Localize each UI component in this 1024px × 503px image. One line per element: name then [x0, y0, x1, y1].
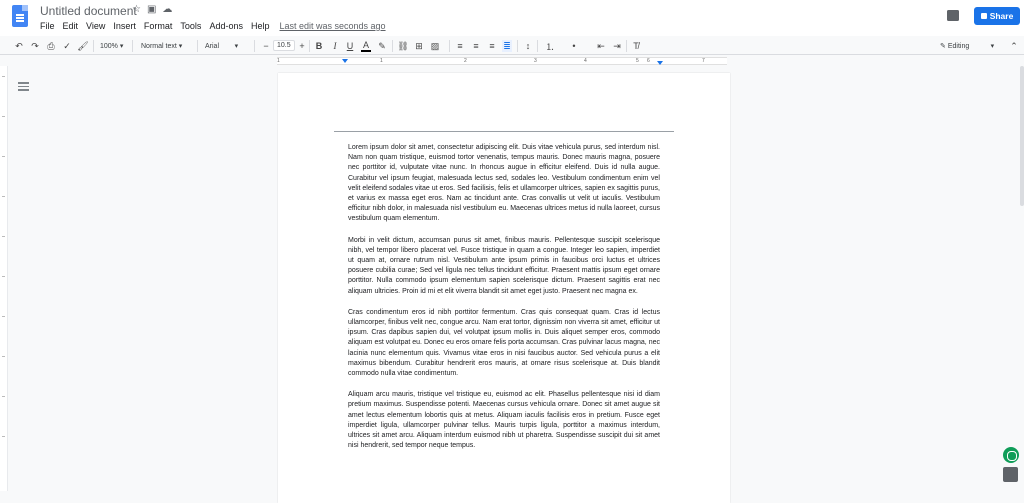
- menu-help[interactable]: Help: [251, 21, 270, 31]
- insert-image-icon[interactable]: ▨: [430, 40, 440, 52]
- comments-icon[interactable]: [947, 10, 959, 21]
- line-spacing-icon[interactable]: ↕: [523, 40, 533, 52]
- decrease-font-size-icon[interactable]: −: [261, 40, 271, 52]
- pencil-icon: ✎: [940, 43, 946, 50]
- menu-bar: File Edit View Insert Format Tools Add-o…: [40, 21, 394, 31]
- paragraph[interactable]: Cras condimentum eros id nibh porttitor …: [348, 308, 660, 379]
- style-select[interactable]: Normal text ▾: [141, 40, 182, 52]
- docs-logo-icon[interactable]: [12, 5, 28, 27]
- explore-icon[interactable]: [1003, 467, 1018, 482]
- menu-view[interactable]: View: [86, 21, 105, 31]
- paragraph[interactable]: Lorem ipsum dolor sit amet, consectetur …: [348, 143, 660, 225]
- share-button[interactable]: Share: [974, 7, 1020, 25]
- align-left-icon[interactable]: ≡: [455, 40, 465, 52]
- cloud-status-icon[interactable]: ☁: [162, 4, 172, 15]
- decrease-indent-icon[interactable]: ⇤: [596, 40, 606, 52]
- align-center-icon[interactable]: ≡: [471, 40, 481, 52]
- italic-icon[interactable]: I: [330, 40, 340, 52]
- document-outline-icon[interactable]: [18, 82, 29, 93]
- header-divider: [334, 131, 674, 132]
- right-indent-marker[interactable]: [657, 61, 663, 65]
- menu-insert[interactable]: Insert: [113, 21, 136, 31]
- horizontal-ruler[interactable]: 1 1 2 3 4 5 6 7: [277, 57, 727, 65]
- justify-icon[interactable]: ≣: [502, 40, 512, 52]
- menu-addons[interactable]: Add-ons: [209, 21, 243, 31]
- link-icon[interactable]: ⛓: [397, 40, 408, 52]
- move-folder-icon[interactable]: ▣: [147, 4, 156, 15]
- zoom-select[interactable]: 100% ▾: [100, 40, 123, 52]
- add-comment-icon[interactable]: ⊞: [414, 40, 424, 52]
- highlight-icon[interactable]: ✎: [377, 40, 387, 52]
- last-edit-link[interactable]: Last edit was seconds ago: [279, 21, 385, 31]
- underline-icon[interactable]: U: [345, 40, 355, 52]
- collapse-menus-icon[interactable]: ⌃: [1009, 40, 1019, 52]
- print-icon[interactable]: ⎙: [46, 40, 56, 52]
- paragraph[interactable]: Morbi in velit dictum, accumsan purus si…: [348, 236, 660, 297]
- share-label: Share: [989, 11, 1014, 21]
- text-color-icon[interactable]: A: [361, 40, 371, 52]
- document-body[interactable]: Lorem ipsum dolor sit amet, consectetur …: [348, 143, 660, 462]
- numbered-list-icon[interactable]: ⒈: [545, 40, 555, 52]
- menu-format[interactable]: Format: [144, 21, 173, 31]
- document-page[interactable]: Lorem ipsum dolor sit amet, consectetur …: [278, 73, 730, 503]
- menu-tools[interactable]: Tools: [180, 21, 201, 31]
- left-indent-marker[interactable]: [342, 59, 348, 63]
- editing-mode-select[interactable]: ✎ Editing ▾: [940, 40, 994, 52]
- spellcheck-icon[interactable]: ✓: [62, 40, 72, 52]
- bulleted-list-icon[interactable]: •: [569, 40, 579, 52]
- increase-font-size-icon[interactable]: +: [297, 40, 307, 52]
- font-size-input[interactable]: 10.5: [273, 40, 295, 51]
- clear-formatting-icon[interactable]: T̸: [631, 40, 641, 52]
- paragraph[interactable]: Aliquam arcu mauris, tristique vel trist…: [348, 390, 660, 451]
- grammarly-icon[interactable]: [1003, 447, 1019, 463]
- menu-edit[interactable]: Edit: [63, 21, 79, 31]
- paint-format-icon[interactable]: 🖌: [77, 40, 88, 52]
- font-select[interactable]: Arial ▾: [205, 40, 238, 52]
- increase-indent-icon[interactable]: ⇥: [612, 40, 622, 52]
- scrollbar[interactable]: [1020, 66, 1024, 206]
- undo-icon[interactable]: ↶: [14, 40, 24, 52]
- title-bar: Untitled document ☆ ▣ ☁ File Edit View I…: [0, 0, 1024, 36]
- toolbar: ↶ ↷ ⎙ ✓ 🖌 100% ▾ Normal text ▾ Arial ▾ −…: [0, 37, 1024, 55]
- menu-file[interactable]: File: [40, 21, 55, 31]
- vertical-ruler[interactable]: [0, 66, 8, 491]
- star-icon[interactable]: ☆: [132, 4, 141, 15]
- lock-icon: [980, 13, 987, 19]
- document-title[interactable]: Untitled document: [40, 4, 137, 18]
- bold-icon[interactable]: B: [314, 40, 324, 52]
- align-right-icon[interactable]: ≡: [487, 40, 497, 52]
- redo-icon[interactable]: ↷: [30, 40, 40, 52]
